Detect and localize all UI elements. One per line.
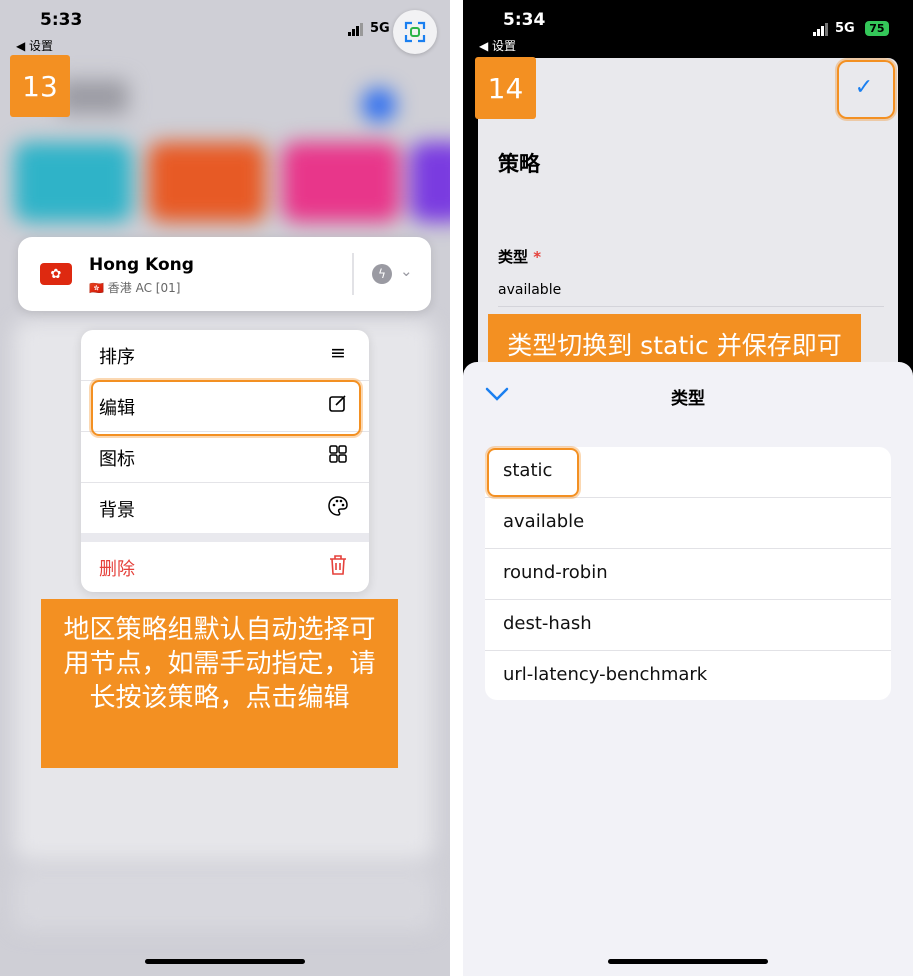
scan-qr-icon[interactable] [393,10,437,54]
signal-icon [813,21,829,36]
right-screenshot: 5:34 ◀ 设置 5G 75 策略 类型 * available 14 ✓ 类… [463,0,913,976]
divider [498,306,884,307]
edit-highlight-frame [91,380,361,436]
option-round-robin[interactable]: round-robin [485,549,891,600]
sheet-title: 类型 [671,389,705,409]
type-picker-sheet: 类型 static available round-robin dest-has… [463,362,913,976]
reorder-icon: ≡ [330,342,346,364]
hong-kong-flag-icon: ✿ [40,263,72,285]
home-indicator[interactable] [608,959,768,964]
step-number-badge: 13 [10,55,70,117]
battery-icon: 75 [865,21,889,36]
option-dest-hash[interactable]: dest-hash [485,600,891,651]
instruction-callout: 地区策略组默认自动选择可用节点，如需手动指定，请长按该策略，点击编辑 [41,599,398,768]
latency-test-icon[interactable]: ϟ [372,264,392,284]
proxy-group-name: Hong Kong [89,255,194,275]
confirm-check-icon[interactable]: ✓ [840,63,888,112]
back-to-settings[interactable]: ◀ 设置 [16,37,53,54]
status-indicators: 5G 75 [813,21,889,36]
status-time: 5:33 [40,10,83,30]
type-field-label: 类型 * [498,248,542,266]
option-available[interactable]: available [485,498,891,549]
type-field-value[interactable]: available [498,282,561,298]
left-screenshot: 5:33 ◀ 设置 5G 13 ✿ Hong Kong 🇭🇰 香港 AC [01… [0,0,450,976]
divider [352,253,354,295]
back-to-settings[interactable]: ◀ 设置 [479,37,516,54]
status-time: 5:34 [503,10,546,30]
proxy-group-card[interactable]: ✿ Hong Kong 🇭🇰 香港 AC [01] ϟ ⌄ [18,237,431,311]
home-indicator[interactable] [145,959,305,964]
menu-separator [81,533,369,542]
signal-icon [348,21,364,36]
static-highlight-frame [487,448,579,497]
chevron-down-icon[interactable]: ⌄ [400,262,413,280]
grid-icon [327,444,349,466]
status-indicators: 5G [348,21,390,36]
context-menu: 排序 ≡ 编辑 图标 背景 删除 [81,330,369,592]
trash-icon [327,554,349,576]
page-title: 策略 [498,152,540,176]
option-url-latency-benchmark[interactable]: url-latency-benchmark [485,651,891,700]
menu-item-icon[interactable]: 图标 [81,432,369,483]
menu-item-background[interactable]: 背景 [81,483,369,533]
step-number-badge: 14 [475,57,536,119]
menu-item-sort[interactable]: 排序 ≡ [81,330,369,381]
menu-item-delete[interactable]: 删除 [81,542,369,592]
palette-icon [327,495,349,517]
proxy-group-current-node: 🇭🇰 香港 AC [01] [89,281,181,295]
